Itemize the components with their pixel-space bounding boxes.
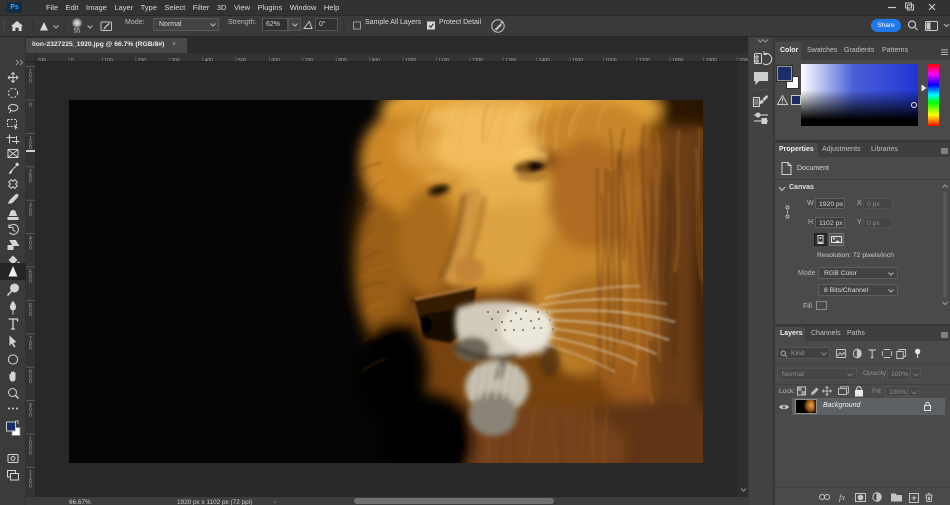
svg-text:0: 0 (29, 103, 32, 109)
svg-text:0: 0 (29, 179, 32, 185)
svg-text:0: 0 (29, 78, 32, 84)
svg-text:0: 0 (29, 412, 32, 418)
svg-text:0: 0 (29, 379, 32, 385)
svg-text:0: 0 (29, 450, 32, 456)
svg-text:fx: fx (839, 492, 845, 502)
svg-text:55: 55 (74, 29, 81, 35)
svg-text:0: 0 (29, 312, 32, 318)
svg-text:0: 0 (29, 245, 32, 251)
svg-text:0: 0 (29, 279, 32, 285)
svg-text:0: 0 (29, 346, 32, 352)
svg-text:0: 0 (29, 212, 32, 218)
svg-text:0: 0 (29, 484, 32, 490)
